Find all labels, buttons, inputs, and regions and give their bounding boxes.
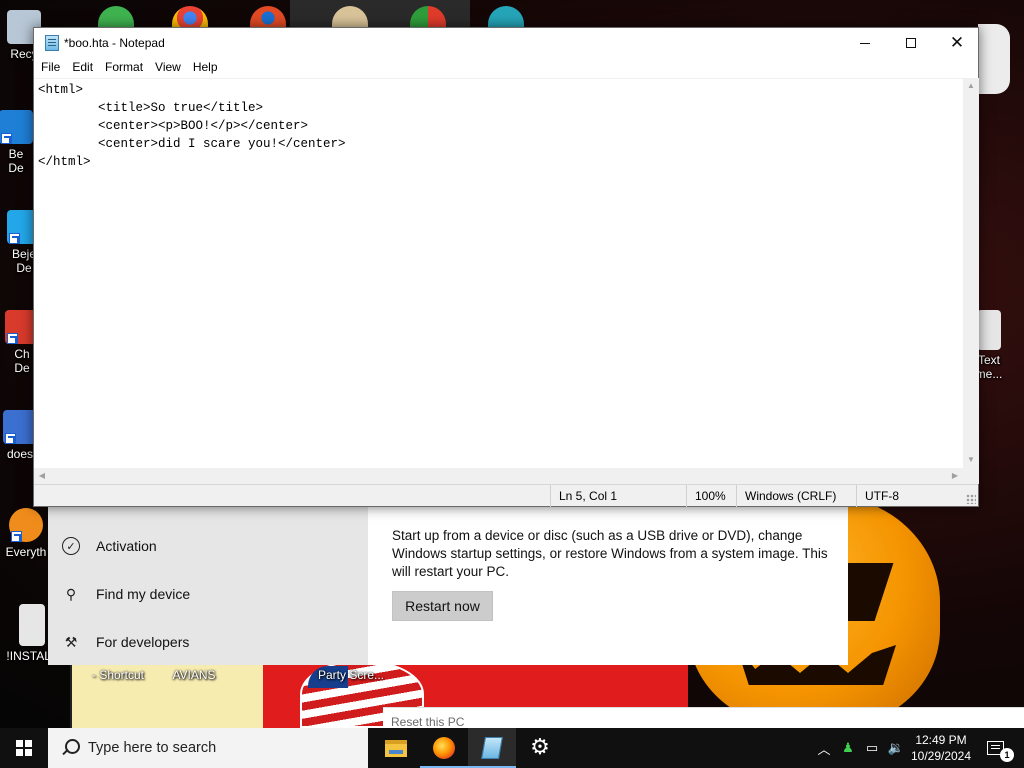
shortcut-arrow-icon <box>9 233 20 244</box>
app-icon <box>3 410 37 444</box>
nav-item-label: Activation <box>96 538 157 554</box>
desktop-icon-avians[interactable]: AVIANS <box>164 668 224 682</box>
tools-icon: ⚒ <box>64 633 78 650</box>
person-pin-icon: ⚲ <box>65 585 77 602</box>
vertical-scrollbar[interactable]: ▲ ▼ <box>963 78 979 468</box>
nav-item-label: Find my device <box>96 586 191 602</box>
notepad-window[interactable]: *boo.hta - Notepad ✕ File Edit Format Vi… <box>33 27 979 507</box>
settings-nav: ✓ Activation ⚲ Find my device ⚒ For deve… <box>48 505 368 665</box>
search-app-icon <box>9 508 43 542</box>
desktop-icon-label: me... <box>975 367 1003 381</box>
advanced-startup-section: Start up from a device or disc (such as … <box>392 527 832 621</box>
background-window-edge <box>978 24 1010 94</box>
settings-nav-find-my-device[interactable]: ⚲ Find my device <box>62 582 190 606</box>
desktop-icon-label: De <box>16 261 32 275</box>
search-icon <box>60 738 80 758</box>
minimize-button[interactable] <box>842 28 888 58</box>
notepad-titlebar[interactable]: *boo.hta - Notepad ✕ <box>34 28 978 58</box>
scroll-up-icon[interactable]: ▲ <box>963 78 979 94</box>
line-ending: Windows (CRLF) <box>736 485 856 507</box>
desktop-icon-shortcut[interactable]: - Shortcut <box>88 668 148 682</box>
taskbar-firefox[interactable] <box>420 728 468 768</box>
text-file-icon <box>19 604 45 646</box>
cursor-position: Ln 5, Col 1 <box>550 485 686 507</box>
volume-icon[interactable]: 🔉 <box>884 728 908 768</box>
taskbar-search-box[interactable]: Type here to search <box>48 728 368 768</box>
zoom-level: 100% <box>686 485 726 507</box>
scroll-right-icon[interactable]: ▶ <box>947 468 963 484</box>
taskbar-notepad[interactable] <box>468 728 516 768</box>
desktop-icon-label: Party Scre... <box>317 668 385 682</box>
advanced-startup-description: Start up from a device or disc (such as … <box>392 528 828 579</box>
encoding: UTF-8 <box>856 485 978 507</box>
desktop-icon-label: AVIANS <box>172 668 216 682</box>
menu-edit[interactable]: Edit <box>66 58 99 78</box>
desktop-icon-label: - Shortcut <box>91 668 145 682</box>
shortcut-arrow-icon <box>1 133 12 144</box>
desktop-icon-label: Be <box>8 147 24 161</box>
shortcut-arrow-icon <box>11 531 22 542</box>
minimize-icon <box>860 42 870 44</box>
chevron-up-icon[interactable]: ︿ <box>812 728 836 768</box>
maximize-icon <box>906 38 916 48</box>
notepad-icon <box>481 737 503 759</box>
desktop-icon-label: De <box>14 361 30 375</box>
text-file-icon <box>977 310 1001 350</box>
settings-nav-for-developers[interactable]: ⚒ For developers <box>62 630 190 654</box>
close-icon: ✕ <box>949 32 965 53</box>
network-icon[interactable]: ▭ <box>860 728 884 768</box>
settings-gear-icon: ⚙ <box>530 735 550 760</box>
desktop-icon-label: Everyth <box>5 545 47 559</box>
menu-view[interactable]: View <box>149 58 187 78</box>
menu-bar: File Edit Format View Help <box>34 58 224 78</box>
horizontal-scrollbar[interactable]: ◀ ▶ <box>34 468 963 484</box>
close-button[interactable]: ✕ <box>934 28 980 58</box>
shortcut-arrow-icon <box>7 333 18 344</box>
desktop-icon-label: Text <box>977 353 1000 367</box>
taskbar-settings[interactable]: ⚙ <box>516 728 564 768</box>
scroll-down-icon[interactable]: ▼ <box>963 452 979 468</box>
window-title: *boo.hta - Notepad <box>64 36 165 50</box>
reset-this-pc-heading: Reset this PC <box>383 707 1024 729</box>
resize-grip-icon[interactable] <box>966 494 976 504</box>
people-icon[interactable]: ♟ <box>836 728 860 768</box>
settings-window: ✓ Activation ⚲ Find my device ⚒ For deve… <box>48 505 848 665</box>
scroll-left-icon[interactable]: ◀ <box>34 468 50 484</box>
file-explorer-icon <box>385 739 407 757</box>
windows-logo-icon <box>16 740 32 756</box>
nav-item-label: For developers <box>96 634 190 650</box>
menu-help[interactable]: Help <box>187 58 224 78</box>
notification-count-badge: 1 <box>1000 748 1014 762</box>
text-editor[interactable]: <html> <title>So true</title> <center><p… <box>34 78 963 468</box>
clock-time: 12:49 PM <box>915 733 967 747</box>
menu-file[interactable]: File <box>35 58 66 78</box>
desktop-icon-label: Ch <box>14 347 30 361</box>
desktop-icon-party[interactable]: Party Scre... <box>316 668 386 682</box>
settings-nav-activation[interactable]: ✓ Activation <box>62 534 157 558</box>
check-circle-icon: ✓ <box>62 537 80 555</box>
taskbar: Type here to search ⚙ ︿ ♟ ▭ 🔉 12:49 PM 1… <box>0 728 1024 768</box>
app-icon <box>0 110 33 144</box>
menu-format[interactable]: Format <box>99 58 149 78</box>
system-tray: ︿ ♟ ▭ 🔉 <box>812 728 908 768</box>
firefox-icon <box>433 737 455 759</box>
desktop-icon-label: does <box>6 447 34 461</box>
status-bar: Ln 5, Col 1 100% Windows (CRLF) UTF-8 <box>34 484 978 507</box>
restart-now-button[interactable]: Restart now <box>392 591 493 621</box>
scrollbar-corner <box>963 468 979 484</box>
shortcut-arrow-icon <box>5 433 16 444</box>
clock-date: 10/29/2024 <box>910 749 972 763</box>
taskbar-file-explorer[interactable] <box>372 728 420 768</box>
desktop-icon-label: De <box>8 161 24 175</box>
start-button[interactable] <box>0 728 48 768</box>
notepad-app-icon[interactable] <box>45 35 59 51</box>
maximize-button[interactable] <box>888 28 934 58</box>
clock[interactable]: 12:49 PM 10/29/2024 <box>908 732 974 764</box>
search-placeholder: Type here to search <box>88 740 217 756</box>
